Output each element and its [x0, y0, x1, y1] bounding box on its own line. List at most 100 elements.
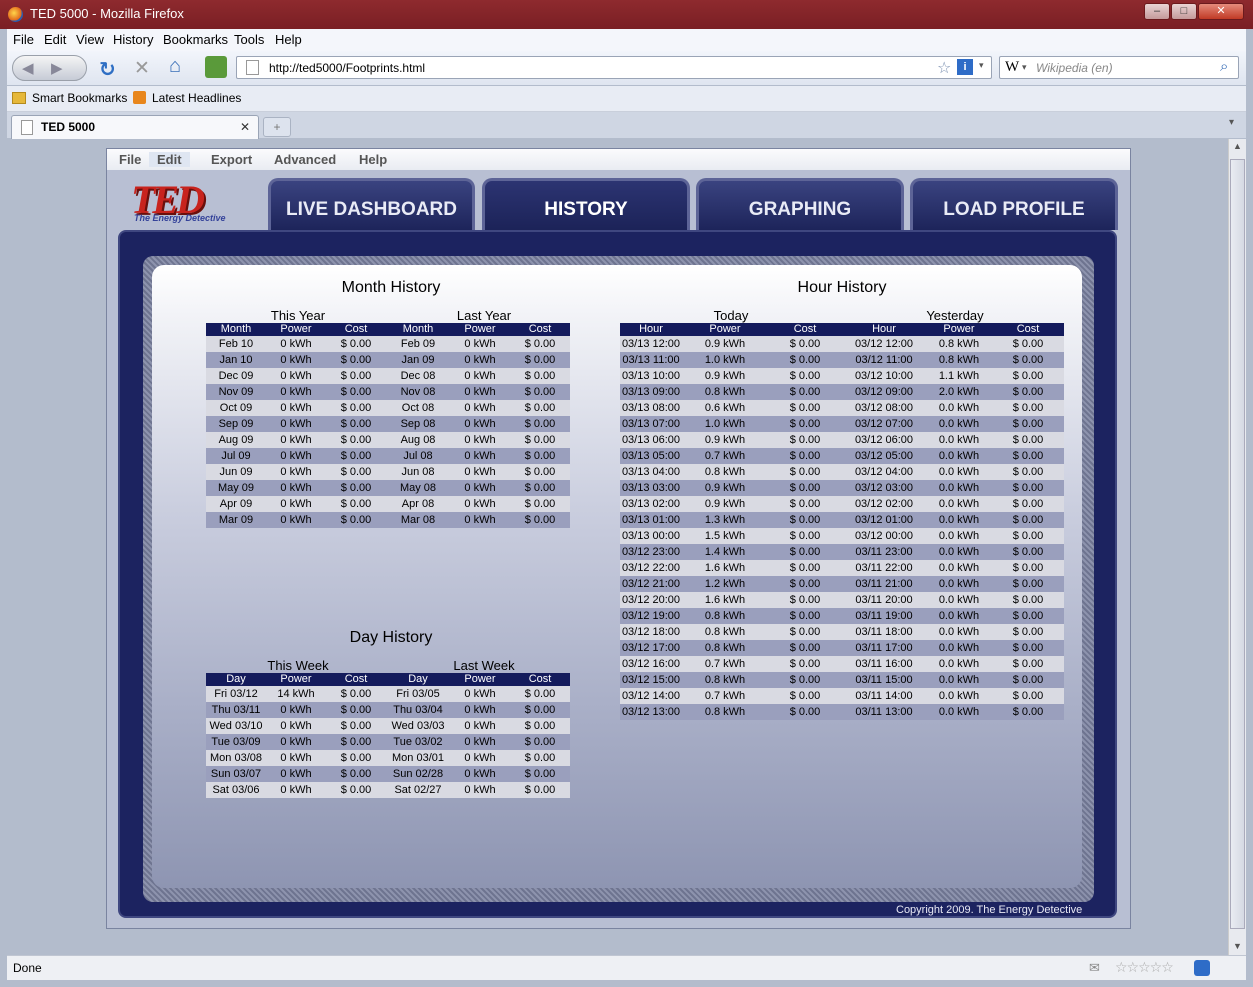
menu-tools[interactable]: Tools	[234, 32, 264, 47]
table-cell: Dec 08	[386, 368, 450, 384]
app-menu-export[interactable]: Export	[211, 152, 252, 167]
table-cell: 03/13 00:00	[620, 528, 682, 544]
scroll-up-icon[interactable]: ▲	[1233, 141, 1242, 151]
table-row: Aug 09 0 kWh $ 0.00 Aug 08 0 kWh $ 0.00	[206, 432, 570, 448]
table-cell: 03/12 04:00	[842, 464, 926, 480]
table-cell: 03/12 03:00	[842, 480, 926, 496]
dropdown-arrow-icon[interactable]: ▾	[979, 60, 984, 71]
vertical-scrollbar[interactable]: ▲ ▼	[1228, 139, 1246, 955]
scroll-down-icon[interactable]: ▼	[1233, 941, 1242, 951]
table-cell: 03/11 19:00	[842, 608, 926, 624]
menu-history[interactable]: History	[113, 32, 153, 47]
table-cell: 0 kWh	[266, 336, 326, 352]
mail-icon[interactable]: ✉	[1089, 960, 1100, 976]
table-cell: $ 0.00	[768, 464, 842, 480]
table-cell: $ 0.00	[992, 704, 1064, 720]
app-menu-help[interactable]: Help	[359, 152, 387, 167]
app-menu-file[interactable]: File	[119, 152, 141, 167]
table-row: 03/13 00:00 1.5 kWh $ 0.00 03/12 00:00 0.0 k…	[620, 528, 1064, 544]
info-icon[interactable]: i	[957, 59, 973, 75]
reload-icon[interactable]: ↻	[99, 57, 116, 82]
menu-bookmarks[interactable]: Bookmarks	[163, 32, 228, 47]
table-cell: $ 0.00	[326, 464, 386, 480]
table-cell: 0 kWh	[450, 416, 510, 432]
app-menubar: File Edit Export Advanced Help	[107, 149, 1130, 170]
column-header: Power	[266, 673, 326, 686]
bookmark-latest-headlines[interactable]: Latest Headlines	[152, 91, 241, 105]
table-cell: 0.0 kWh	[926, 512, 992, 528]
table-cell: Apr 09	[206, 496, 266, 512]
tab-ted5000[interactable]: TED 5000 ✕	[11, 115, 259, 139]
back-forward-buttons[interactable]: ◀ ▶	[12, 55, 87, 81]
table-cell: $ 0.00	[326, 480, 386, 496]
table-cell: 0 kWh	[266, 750, 326, 766]
scrollbar-thumb[interactable]	[1230, 159, 1245, 929]
minimize-button[interactable]: –	[1144, 3, 1170, 20]
wikipedia-icon[interactable]: W	[1005, 59, 1019, 76]
menu-file[interactable]: File	[13, 32, 34, 47]
table-cell: 03/11 15:00	[842, 672, 926, 688]
table-cell: 03/11 22:00	[842, 560, 926, 576]
table-cell: $ 0.00	[768, 624, 842, 640]
table-cell: 0.8 kWh	[682, 384, 768, 400]
table-cell: 0 kWh	[266, 718, 326, 734]
close-tab-icon[interactable]: ✕	[240, 120, 250, 134]
bookmark-star-icon[interactable]: ☆	[937, 58, 951, 78]
close-window-button[interactable]: ✕	[1198, 3, 1244, 20]
back-arrow-icon[interactable]: ◀	[22, 59, 34, 77]
column-header: Cost	[992, 323, 1064, 336]
status-bar: Done ✉ ☆☆☆☆☆	[7, 955, 1246, 980]
table-cell: 03/13 04:00	[620, 464, 682, 480]
menu-help[interactable]: Help	[275, 32, 302, 47]
tab-load-profile[interactable]: LOAD PROFILE	[910, 178, 1118, 230]
table-cell: 03/13 10:00	[620, 368, 682, 384]
table-cell: 03/11 21:00	[842, 576, 926, 592]
menu-view[interactable]: View	[76, 32, 104, 47]
maximize-button[interactable]: □	[1171, 3, 1197, 20]
day-history-title: Day History	[349, 629, 433, 646]
table-row: 03/13 02:00 0.9 kWh $ 0.00 03/12 02:00 0.0 k…	[620, 496, 1064, 512]
search-bar[interactable]: W ▾ Wikipedia (en) ⌕	[999, 56, 1239, 79]
table-cell: Dec 09	[206, 368, 266, 384]
column-header: Power	[926, 323, 992, 336]
table-row: Feb 10 0 kWh $ 0.00 Feb 09 0 kWh $ 0.00	[206, 336, 570, 352]
app-menu-advanced[interactable]: Advanced	[274, 152, 336, 167]
column-header: Power	[266, 323, 326, 336]
table-cell: $ 0.00	[768, 608, 842, 624]
table-cell: 0.8 kWh	[926, 336, 992, 352]
table-cell: 0 kWh	[450, 750, 510, 766]
table-cell: 0 kWh	[266, 448, 326, 464]
search-engine-dropdown-icon[interactable]: ▾	[1022, 62, 1027, 73]
url-bar[interactable]: http://ted5000/Footprints.html ☆ i ▾	[236, 56, 992, 79]
table-cell: $ 0.00	[768, 480, 842, 496]
tab-list-icon[interactable]: ▾	[1229, 117, 1234, 128]
table-cell: $ 0.00	[992, 480, 1064, 496]
table-cell: Tue 03/02	[386, 734, 450, 750]
home-icon[interactable]: ⌂	[169, 55, 181, 78]
forward-arrow-icon[interactable]: ▶	[51, 59, 63, 77]
table-cell: Wed 03/10	[206, 718, 266, 734]
table-cell: 03/11 13:00	[842, 704, 926, 720]
bookmark-smart-bookmarks[interactable]: Smart Bookmarks	[32, 91, 127, 105]
rating-stars-icon[interactable]: ☆☆☆☆☆	[1115, 959, 1174, 976]
search-icon[interactable]: ⌕	[1220, 58, 1228, 75]
app-menu-edit[interactable]: Edit	[149, 152, 190, 167]
evernote-icon[interactable]	[205, 56, 227, 78]
url-text[interactable]: http://ted5000/Footprints.html	[269, 61, 425, 75]
table-cell: $ 0.00	[326, 400, 386, 416]
rss-icon	[133, 91, 146, 104]
new-tab-button[interactable]: +	[263, 117, 291, 137]
table-cell: 03/12 14:00	[620, 688, 682, 704]
tab-graphing[interactable]: GRAPHING	[696, 178, 904, 230]
menu-edit[interactable]: Edit	[44, 32, 66, 47]
tab-history[interactable]: HISTORY	[482, 178, 690, 232]
table-cell: 0.7 kWh	[682, 656, 768, 672]
table-cell: 0 kWh	[450, 734, 510, 750]
addon-icon[interactable]	[1194, 960, 1210, 976]
tab-live-dashboard[interactable]: LIVE DASHBOARD	[268, 178, 475, 230]
firefox-icon	[8, 7, 23, 22]
stop-icon[interactable]: ✕	[134, 57, 150, 80]
table-cell: 0.0 kWh	[926, 496, 992, 512]
table-cell: 0.0 kWh	[926, 560, 992, 576]
search-input[interactable]: Wikipedia (en)	[1036, 61, 1113, 75]
